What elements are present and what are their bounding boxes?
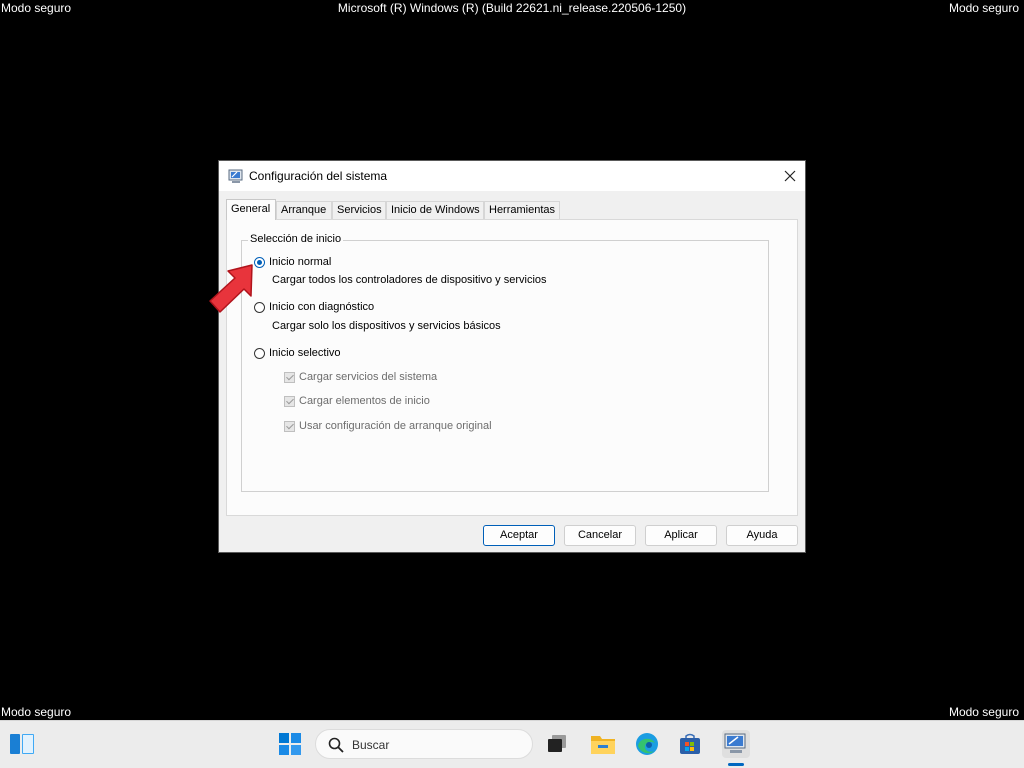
edge-icon[interactable] — [633, 730, 661, 758]
tab-servicios[interactable]: Servicios — [332, 201, 386, 219]
checkbox[interactable] — [284, 371, 295, 383]
radio-diagnostic-startup[interactable]: Inicio con diagnóstico — [254, 301, 374, 313]
dialog-title: Configuración del sistema — [249, 169, 388, 183]
radio-label: Inicio con diagnóstico — [269, 301, 375, 313]
start-icon[interactable] — [276, 730, 304, 758]
system-configuration-dialog: Configuración del sistema General Arranq… — [218, 160, 806, 553]
search-icon — [328, 737, 344, 753]
msconfig-taskbar-icon[interactable] — [722, 730, 750, 758]
checkbox-load-startup-items[interactable]: Cargar elementos de inicio — [284, 395, 430, 407]
pointer-arrow-icon — [209, 264, 253, 313]
taskbar: Buscar — [0, 720, 1024, 768]
general-tab-panel: Selección de inicio Inicio normal Cargar… — [226, 219, 798, 516]
checkbox-label: Cargar servicios del sistema — [299, 371, 438, 383]
group-label: Selección de inicio — [248, 233, 344, 245]
msconfig-icon — [228, 168, 244, 184]
radio-normal-startup[interactable]: Inicio normal — [254, 256, 331, 268]
cancel-button[interactable]: Cancelar — [564, 525, 636, 546]
apply-button[interactable]: Aplicar — [645, 525, 717, 546]
safe-mode-label-top-right: Modo seguro — [948, 1, 1019, 15]
checkbox-label: Cargar elementos de inicio — [299, 395, 430, 407]
checkbox[interactable] — [284, 395, 295, 407]
active-app-indicator — [728, 763, 744, 766]
checkbox-original-boot-config[interactable]: Usar configuración de arranque original — [284, 420, 492, 432]
checkbox-load-system-services[interactable]: Cargar servicios del sistema — [284, 371, 437, 383]
build-info: Microsoft (R) Windows (R) (Build 22621.n… — [337, 1, 687, 15]
help-button[interactable]: Ayuda — [726, 525, 798, 546]
ok-button[interactable]: Aceptar — [483, 525, 555, 546]
close-button[interactable] — [775, 161, 805, 191]
tab-arranque[interactable]: Arranque — [276, 201, 332, 219]
radio-button[interactable] — [254, 347, 265, 359]
file-explorer-icon[interactable] — [589, 730, 617, 758]
radio-selective-startup[interactable]: Inicio selectivo — [254, 347, 341, 359]
checkbox-label: Usar configuración de arranque original — [299, 420, 492, 432]
close-icon — [784, 170, 796, 182]
store-icon[interactable] — [676, 730, 704, 758]
title-bar[interactable]: Configuración del sistema — [219, 161, 805, 191]
checkbox[interactable] — [284, 420, 295, 432]
radio-label: Inicio selectivo — [269, 347, 341, 359]
tab-herramientas[interactable]: Herramientas — [484, 201, 560, 219]
option-description: Cargar todos los controladores de dispos… — [272, 274, 547, 286]
safe-mode-label-bottom-left: Modo seguro — [1, 705, 72, 719]
tab-inicio-de-windows[interactable]: Inicio de Windows — [386, 201, 484, 219]
option-description: Cargar solo los dispositivos y servicios… — [272, 320, 501, 332]
startup-selection-group: Selección de inicio Inicio normal Cargar… — [241, 233, 769, 492]
safe-mode-label-bottom-right: Modo seguro — [948, 705, 1019, 719]
widgets-icon[interactable] — [8, 730, 36, 758]
task-view-icon[interactable] — [543, 730, 571, 758]
radio-label: Inicio normal — [269, 256, 332, 268]
search-placeholder: Buscar — [352, 738, 390, 752]
tab-general[interactable]: General — [226, 199, 276, 220]
taskbar-search-box[interactable]: Buscar — [315, 729, 533, 759]
